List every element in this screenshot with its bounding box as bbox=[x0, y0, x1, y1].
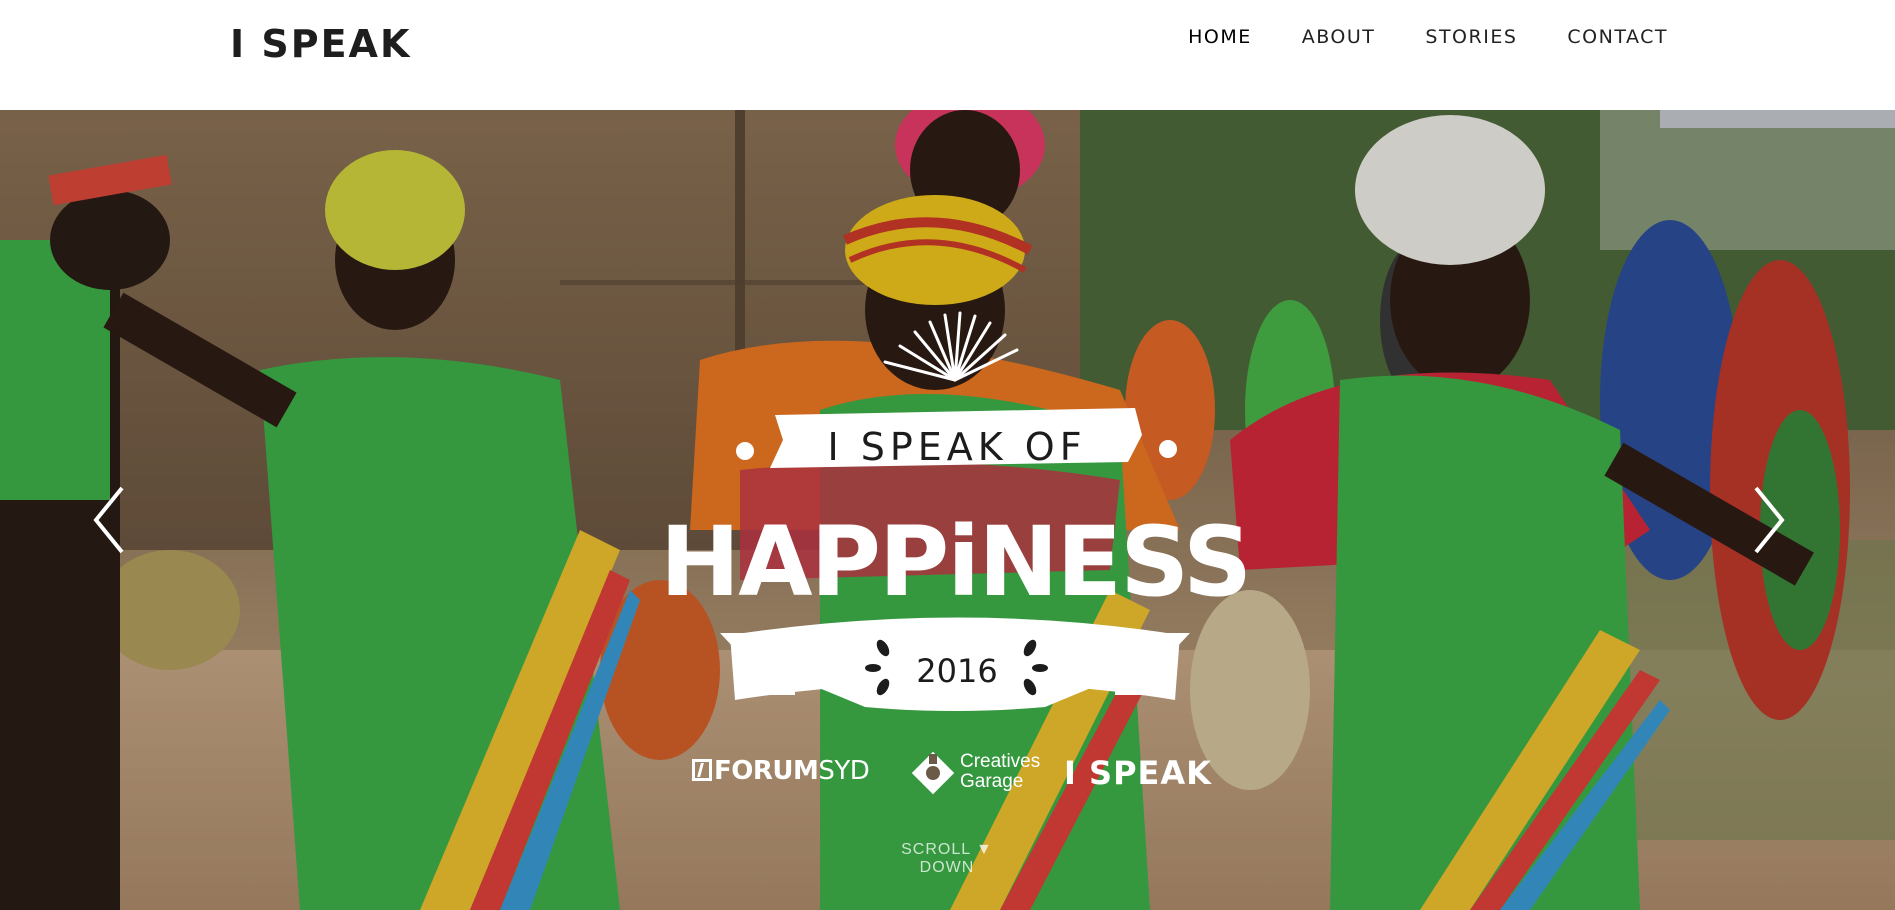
nav-about[interactable]: ABOUT bbox=[1302, 26, 1376, 48]
site-logo[interactable]: I SPEAK bbox=[230, 22, 411, 66]
sunburst-icon bbox=[883, 311, 1019, 382]
scroll-down-link[interactable]: SCROLL ▼ DOWN bbox=[877, 841, 1017, 877]
site-header: I SPEAK HOME ABOUT STORIES CONTACT bbox=[0, 0, 1895, 110]
badge-line1: I SPEAK OF bbox=[827, 425, 1086, 469]
creatives-garage-logo[interactable]: Creatives Garage bbox=[910, 748, 1040, 798]
main-nav: HOME ABOUT STORIES CONTACT bbox=[1188, 26, 1668, 48]
nav-stories[interactable]: STORIES bbox=[1425, 26, 1517, 48]
badge-year: 2016 bbox=[916, 652, 997, 690]
scroll-label: SCROLL bbox=[901, 841, 971, 858]
down-label: DOWN bbox=[919, 859, 975, 876]
triangle-down-icon: ▼ bbox=[976, 841, 993, 858]
creatives-garage-icon bbox=[911, 751, 955, 795]
hero-slider: I SPEAK OF HAPPiNESS 2016 FORUMSYD Creat… bbox=[0, 110, 1895, 910]
nav-contact[interactable]: CONTACT bbox=[1567, 26, 1668, 48]
chevron-right-icon[interactable] bbox=[1748, 480, 1788, 560]
chevron-left-icon[interactable] bbox=[90, 480, 130, 560]
nav-home[interactable]: HOME bbox=[1188, 26, 1252, 48]
badge-line2: HAPPiNESS bbox=[660, 506, 1250, 618]
creatives-label: Creatives bbox=[960, 751, 1041, 772]
forumsyd-logo[interactable]: FORUMSYD bbox=[692, 756, 870, 786]
garage-label: Garage bbox=[960, 771, 1024, 792]
partner-logos: FORUMSYD Creatives Garage I SPEAK bbox=[692, 748, 1232, 798]
forumsyd-mark-icon bbox=[692, 759, 712, 781]
ispeak-logo[interactable]: I SPEAK bbox=[1064, 754, 1212, 792]
